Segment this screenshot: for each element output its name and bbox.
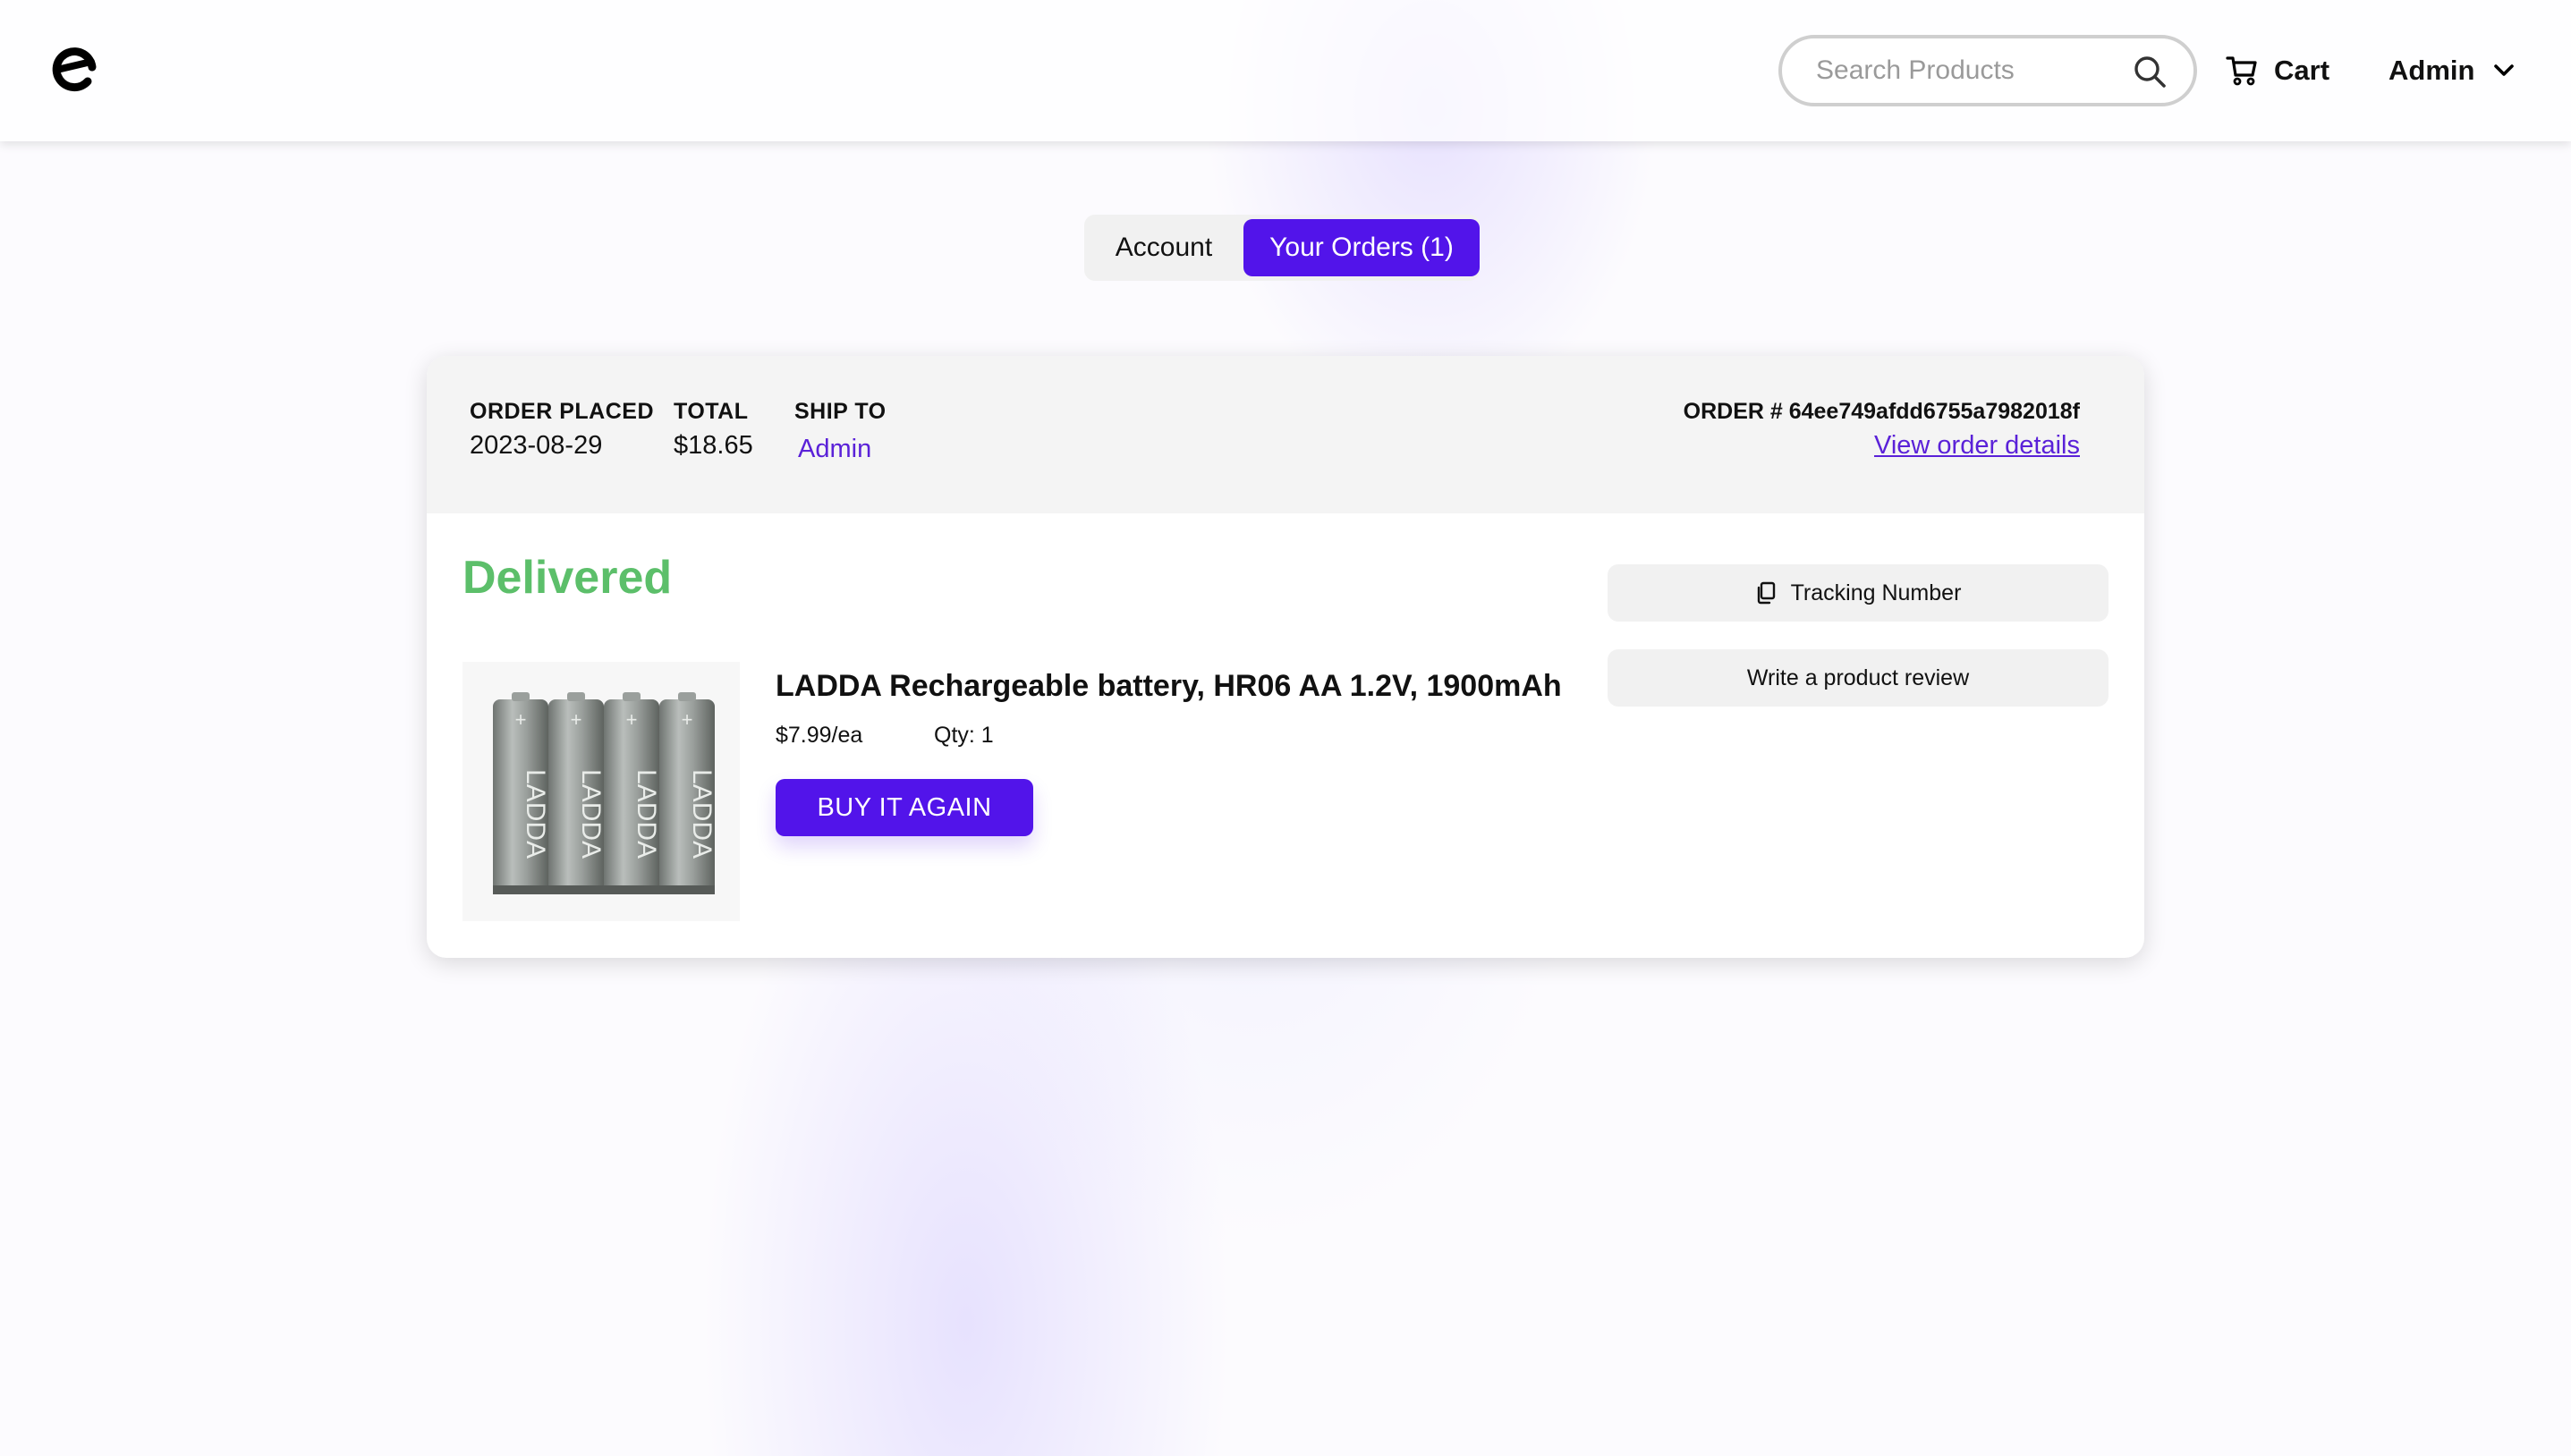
order-number: ORDER # 64ee749afdd6755a7982018f xyxy=(1683,399,2080,424)
write-review-button[interactable]: Write a product review xyxy=(1608,649,2109,707)
product-image[interactable]: + LADDA + LADDA + LADDA + LADDA xyxy=(462,662,740,921)
tab-account[interactable]: Account xyxy=(1084,215,1243,281)
user-menu-label: Admin xyxy=(2389,55,2475,86)
tracking-number-button[interactable]: Tracking Number xyxy=(1608,564,2109,622)
search-icon[interactable] xyxy=(2133,55,2167,89)
ship-to-label: SHIP TO xyxy=(794,399,887,424)
svg-text:+: + xyxy=(515,708,527,731)
order-card-header: ORDER PLACED 2023-08-29 TOTAL $18.65 SHI… xyxy=(427,356,2144,513)
view-order-details-link[interactable]: View order details xyxy=(1874,431,2080,461)
product-price: $7.99/ea xyxy=(776,723,863,748)
order-placed-label: ORDER PLACED xyxy=(470,399,655,424)
search-input[interactable] xyxy=(1816,51,2120,90)
order-total-label: TOTAL xyxy=(674,399,749,424)
battery-image: + LADDA + LADDA + LADDA + LADDA xyxy=(493,692,717,894)
svg-text:LADDA: LADDA xyxy=(576,769,606,859)
svg-text:LADDA: LADDA xyxy=(521,769,550,859)
svg-text:+: + xyxy=(571,708,582,731)
product-quantity: Qty: 1 xyxy=(934,723,994,748)
svg-text:+: + xyxy=(626,708,638,731)
search-box xyxy=(1778,35,2197,106)
copy-icon xyxy=(1757,581,1775,605)
tab-your-orders[interactable]: Your Orders (1) xyxy=(1243,219,1480,276)
svg-text:+: + xyxy=(682,708,693,731)
svg-text:LADDA: LADDA xyxy=(632,769,661,859)
product-name[interactable]: LADDA Rechargeable battery, HR06 AA 1.2V… xyxy=(776,669,1562,704)
svg-text:LADDA: LADDA xyxy=(687,769,717,859)
order-placed-value: 2023-08-29 xyxy=(470,431,603,460)
write-review-label: Write a product review xyxy=(1746,665,1970,690)
cart-link[interactable]: Cart xyxy=(2226,50,2329,91)
order-total-value: $18.65 xyxy=(674,431,753,460)
cart-label: Cart xyxy=(2274,55,2330,86)
cart-icon xyxy=(2226,56,2257,86)
user-menu[interactable]: Admin xyxy=(2389,50,2516,91)
brand-e-logo[interactable] xyxy=(52,45,100,93)
order-card: ORDER PLACED 2023-08-29 TOTAL $18.65 SHI… xyxy=(427,356,2144,958)
account-tabs: Account Your Orders (1) xyxy=(1084,215,1480,281)
tracking-number-label: Tracking Number xyxy=(1790,580,1962,605)
ship-to-link[interactable]: Admin xyxy=(798,435,871,464)
order-status: Delivered xyxy=(462,552,673,604)
chevron-down-icon xyxy=(2494,64,2515,76)
top-navigation-bar: Cart Admin xyxy=(0,0,2571,141)
buy-it-again-button[interactable]: BUY IT AGAIN xyxy=(776,779,1033,836)
